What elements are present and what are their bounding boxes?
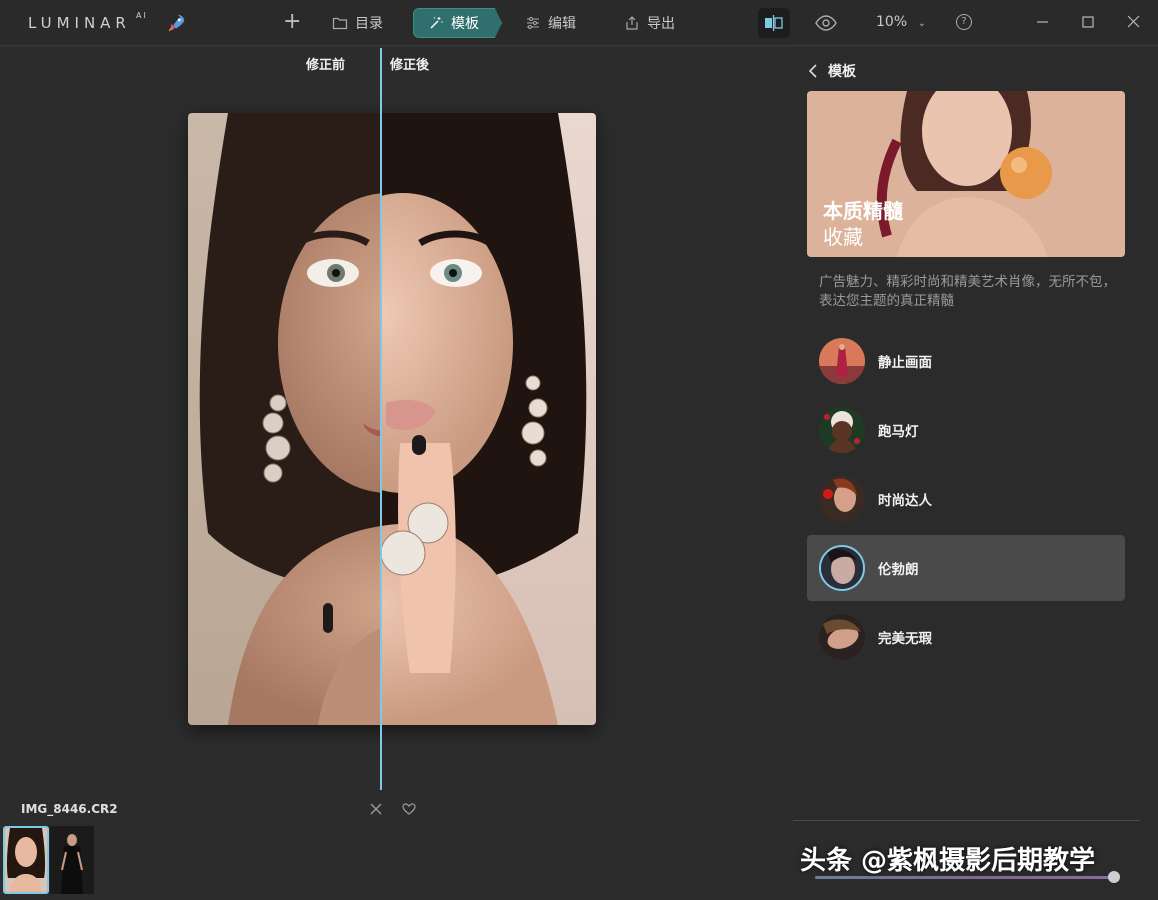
hero-subtitle: 收藏 [823, 225, 863, 249]
magic-wand-icon [430, 17, 443, 29]
back-button[interactable]: 模板 [808, 61, 856, 81]
help-icon[interactable]: ? [956, 14, 972, 30]
template-item-label: 时尚达人 [878, 493, 932, 509]
tab-export[interactable]: 导出 [624, 8, 675, 38]
app-logo: LUMINAR [28, 14, 131, 32]
thumbnail-image [50, 826, 94, 894]
tab-catalog[interactable]: 目录 [332, 8, 383, 38]
filmstrip-thumbnail[interactable] [3, 826, 49, 894]
tab-catalog-label: 目录 [355, 16, 383, 32]
tab-edit[interactable]: 编辑 [525, 8, 576, 38]
template-thumbnail [819, 476, 865, 522]
sliders-icon [527, 17, 539, 29]
template-item-label: 静止画面 [878, 355, 932, 371]
current-filename: IMG_8446.CR2 [21, 802, 118, 816]
panel-title: 模板 [828, 64, 856, 80]
template-thumbnail [819, 545, 865, 591]
collection-hero-card[interactable]: 本质精髓 收藏 [807, 91, 1125, 257]
template-item[interactable]: 跑马灯 [807, 397, 1125, 463]
rocket-icon[interactable] [165, 12, 187, 34]
minimize-icon[interactable] [1034, 12, 1052, 32]
portrait-photo[interactable] [188, 113, 596, 725]
tab-edit-label: 编辑 [548, 16, 576, 32]
top-bar: LUMINAR AI + 目录 模板 编辑 导出 10% ⌄ ? [0, 0, 1158, 46]
amount-slider-handle[interactable] [1108, 871, 1120, 883]
template-item-label: 完美无瑕 [878, 631, 932, 647]
portrait-image [188, 113, 596, 725]
template-item[interactable]: 完美无瑕 [807, 604, 1125, 670]
filmstrip-thumbnail[interactable] [50, 826, 96, 894]
zoom-value: 10% [876, 14, 908, 30]
after-label: 修正後 [390, 58, 430, 73]
template-item-selected[interactable]: 伦勃朗 [807, 535, 1125, 601]
tab-export-label: 导出 [647, 16, 675, 32]
maximize-icon[interactable] [1079, 12, 1097, 32]
share-icon [626, 16, 638, 30]
template-item-label: 跑马灯 [878, 424, 919, 440]
compare-toggle-button[interactable] [758, 8, 790, 38]
before-after-divider-handle[interactable] [380, 48, 382, 790]
eye-icon[interactable] [815, 13, 837, 33]
watermark-text: 头条 @紫枫摄影后期教学 [800, 846, 1096, 876]
before-label: 修正前 [306, 58, 346, 73]
panel-divider [793, 820, 1140, 821]
template-thumbnail [819, 614, 865, 660]
reject-icon[interactable] [369, 802, 383, 816]
tab-templates[interactable]: 模板 [413, 8, 502, 38]
template-item[interactable]: 时尚达人 [807, 466, 1125, 532]
hero-title: 本质精髓 [823, 199, 903, 223]
template-thumbnail [819, 338, 865, 384]
template-item-label: 伦勃朗 [878, 562, 919, 578]
tab-templates-label: 模板 [451, 16, 479, 32]
heart-icon[interactable] [402, 802, 416, 816]
close-icon[interactable] [1125, 12, 1143, 32]
compare-icon [765, 15, 783, 31]
luminar-app: LUMINAR AI + 目录 模板 编辑 导出 10% ⌄ ? 修正前 修正後… [0, 0, 1158, 900]
app-logo-suffix: AI [136, 11, 148, 20]
folder-icon [332, 17, 348, 30]
thumbnail-image [5, 828, 47, 892]
template-thumbnail [819, 407, 865, 453]
zoom-select[interactable]: 10% ⌄ [876, 14, 926, 30]
template-item[interactable]: 静止画面 [807, 328, 1125, 394]
chevron-left-icon [808, 64, 817, 78]
collection-description: 广告魅力、精彩时尚和精美艺术肖像，无所不包，表达您主题的真正精髓 [819, 274, 1116, 309]
add-photo-button[interactable]: + [283, 10, 301, 34]
chevron-down-icon: ⌄ [917, 18, 926, 29]
